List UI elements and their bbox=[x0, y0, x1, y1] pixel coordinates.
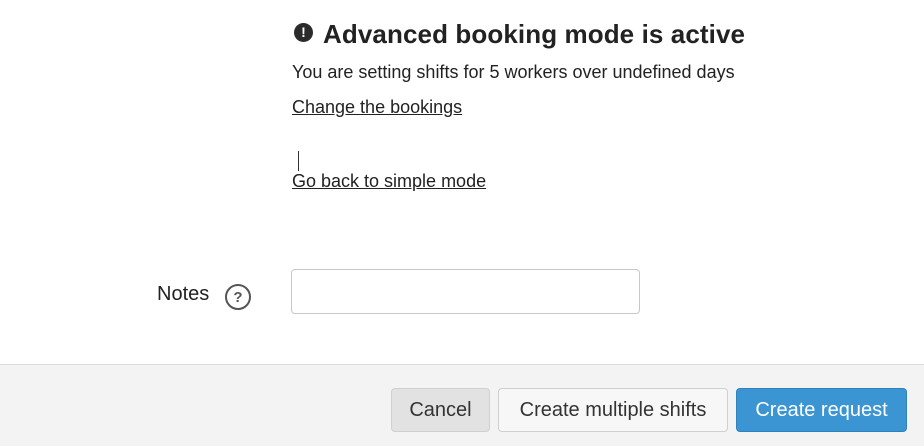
create-request-button[interactable]: Create request bbox=[736, 388, 907, 432]
booking-form-page: ! Advanced booking mode is active You ar… bbox=[0, 0, 924, 446]
text-cursor bbox=[298, 151, 299, 171]
notice-title: Advanced booking mode is active bbox=[323, 18, 746, 49]
form-footer: Cancel Create multiple shifts Create req… bbox=[0, 364, 924, 446]
notes-input[interactable] bbox=[291, 269, 640, 314]
notice-title-row: ! Advanced booking mode is active bbox=[292, 18, 745, 50]
simple-mode-link[interactable]: Go back to simple mode bbox=[292, 171, 486, 192]
create-multiple-shifts-button[interactable]: Create multiple shifts bbox=[498, 388, 728, 432]
notice-description: You are setting shifts for 5 workers ove… bbox=[292, 62, 735, 82]
question-circle-icon[interactable]: ? bbox=[225, 284, 251, 310]
exclamation-circle-icon: ! bbox=[294, 22, 313, 42]
notes-label: Notes bbox=[157, 283, 210, 305]
cancel-button[interactable]: Cancel bbox=[391, 388, 490, 432]
change-bookings-link[interactable]: Change the bookings bbox=[292, 97, 462, 118]
advanced-mode-notice: ! Advanced booking mode is active bbox=[292, 18, 745, 50]
